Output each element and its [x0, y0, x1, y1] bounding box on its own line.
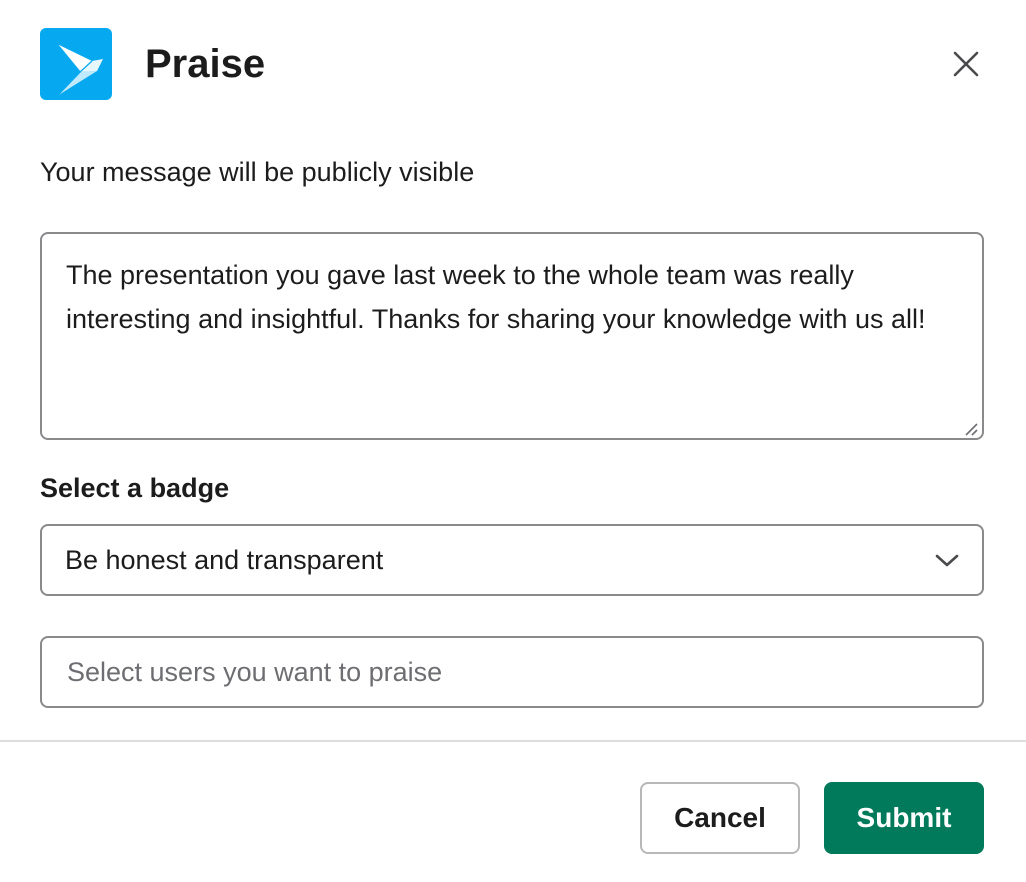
- praise-modal: Praise Your message will be publicly vis…: [0, 0, 1026, 882]
- chevron-down-icon: [935, 554, 959, 567]
- submit-button[interactable]: Submit: [824, 782, 984, 854]
- resize-handle-icon[interactable]: [963, 421, 979, 437]
- users-select-input[interactable]: Select users you want to praise: [40, 636, 984, 708]
- badge-field-label: Select a badge: [40, 473, 230, 503]
- badge-selected-value: Be honest and transparent: [65, 545, 384, 575]
- footer-divider: [0, 740, 1026, 742]
- close-icon: [953, 51, 979, 77]
- users-select-placeholder: Select users you want to praise: [67, 657, 443, 687]
- cancel-button[interactable]: Cancel: [640, 782, 800, 854]
- paper-plane-logo-icon: [40, 28, 112, 100]
- modal-title: Praise: [145, 42, 266, 86]
- modal-header: Praise: [40, 28, 986, 100]
- visibility-notice: Your message will be publicly visible: [40, 157, 475, 187]
- praise-message-textarea[interactable]: The presentation you gave last week to t…: [40, 232, 984, 440]
- badge-select[interactable]: Be honest and transparent: [40, 524, 984, 596]
- close-button[interactable]: [946, 44, 986, 84]
